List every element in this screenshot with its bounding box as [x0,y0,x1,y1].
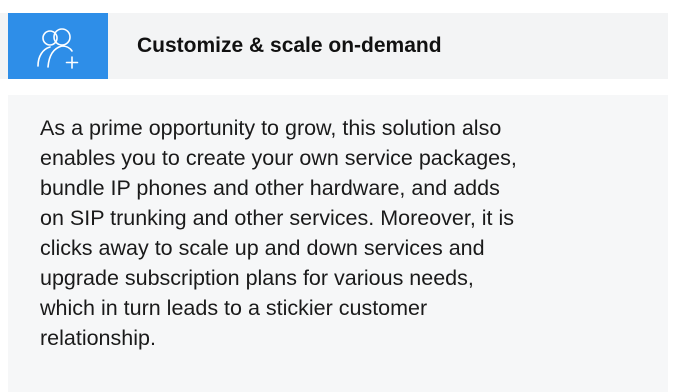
description-line: upgrade subscription plans for various n… [40,266,474,290]
users-add-icon [37,28,79,69]
description-line: which in turn leads to a stickier custom… [40,296,428,320]
card-title: Customize & scale on-demand [137,34,442,57]
card-description: As a prime opportunity to grow, this sol… [40,113,650,353]
description-line: As a prime opportunity to grow, this sol… [40,116,502,140]
description-line: clicks away to scale up and down service… [40,236,485,260]
description-line: on SIP trunking and other services. More… [40,206,515,230]
description-line: bundle IP phones and other hardware, and… [40,176,500,200]
feature-card: Customize & scale on-demand As a prime o… [0,0,673,392]
description-line: relationship. [40,326,156,350]
icon-tile [8,13,108,79]
description-line: enables you to create your own service p… [40,146,517,170]
